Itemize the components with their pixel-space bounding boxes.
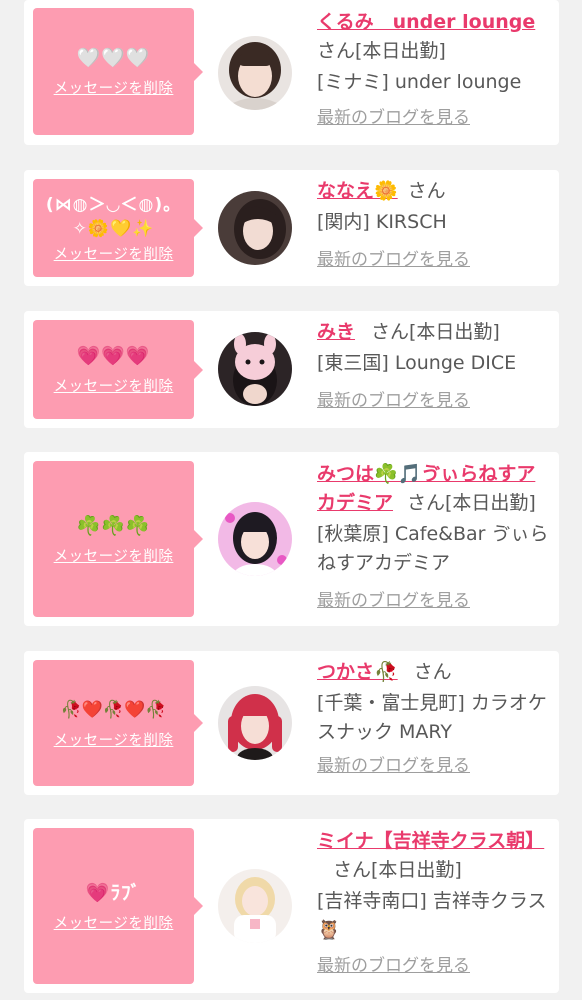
cast-status: さん bbox=[413, 661, 452, 683]
cast-name-link[interactable]: くるみ under lounge bbox=[317, 11, 535, 33]
latest-blog-link[interactable]: 最新のブログを見る bbox=[317, 387, 470, 416]
cast-status: さん[本日出勤] bbox=[407, 492, 536, 514]
delete-message-link[interactable]: メッセージを削除 bbox=[54, 77, 174, 98]
latest-blog-link[interactable]: 最新のブログを見る bbox=[317, 246, 470, 275]
profile-info: ななえ🌼 さん [関内] KIRSCH 最新のブログを見る bbox=[317, 177, 549, 275]
cast-status: さん[本日出勤] bbox=[371, 321, 500, 343]
cast-name-link[interactable]: みき bbox=[317, 321, 355, 343]
profile-info: みき さん[本日出勤] [東三国] Lounge DICE 最新のブログを見る bbox=[317, 318, 549, 416]
avatar[interactable] bbox=[218, 502, 292, 576]
message-card: (⋈◍＞◡＜◍)。✧🌼💛✨ メッセージを削除 ななえ🌼 さん [関内] KIRSC… bbox=[24, 170, 559, 286]
message-card: 💗ﾗﾌﾞ メッセージを削除 ミイナ【吉祥寺クラス朝】さん[本日出勤] [吉祥寺南… bbox=[24, 819, 559, 993]
avatar[interactable] bbox=[218, 36, 292, 110]
avatar[interactable] bbox=[218, 686, 292, 760]
message-bubble: 🥀❤️🥀❤️🥀 メッセージを削除 bbox=[33, 660, 203, 786]
cast-status: さん[本日出勤] bbox=[333, 859, 462, 881]
message-text: 🥀❤️🥀❤️🥀 bbox=[60, 699, 167, 720]
message-text: 🤍🤍🤍 bbox=[76, 47, 151, 69]
shop-name: [千葉・富士見町] カラオケスナック MARY bbox=[317, 692, 547, 743]
profile-info: ミイナ【吉祥寺クラス朝】さん[本日出勤] [吉祥寺南口] 吉祥寺クラス🦉 最新の… bbox=[317, 827, 549, 981]
cast-status: さん[本日出勤] bbox=[317, 40, 446, 62]
avatar[interactable] bbox=[218, 191, 292, 265]
delete-message-link[interactable]: メッセージを削除 bbox=[54, 545, 174, 566]
message-card: 🤍🤍🤍 メッセージを削除 くるみ under lounge さん[本日出勤] [… bbox=[24, 0, 559, 145]
shop-name: [関内] KIRSCH bbox=[317, 211, 447, 233]
girl-portrait-icon bbox=[218, 332, 292, 406]
avatar[interactable] bbox=[218, 869, 292, 943]
delete-message-link[interactable]: メッセージを削除 bbox=[54, 912, 174, 933]
latest-blog-link[interactable]: 最新のブログを見る bbox=[317, 752, 470, 781]
delete-message-link[interactable]: メッセージを削除 bbox=[54, 729, 174, 750]
message-bubble: 🤍🤍🤍 メッセージを削除 bbox=[33, 8, 203, 135]
girl-portrait-icon bbox=[218, 36, 292, 110]
profile-info: くるみ under lounge さん[本日出勤] [ミナミ] under lo… bbox=[317, 8, 549, 133]
shop-name: [秋葉原] Cafe&Bar ゔぃらねすアカデミア bbox=[317, 523, 549, 574]
delete-message-link[interactable]: メッセージを削除 bbox=[54, 243, 174, 264]
message-text: ☘️☘️☘️ bbox=[76, 514, 151, 537]
profile-info: みつは☘️🎵ゔぃらねすアカデミア さん[本日出勤] [秋葉原] Cafe&Bar … bbox=[317, 460, 549, 616]
message-text: (⋈◍＞◡＜◍)。✧🌼💛✨ bbox=[45, 194, 182, 239]
delete-message-link[interactable]: メッセージを削除 bbox=[54, 375, 174, 396]
message-bubble: 💗ﾗﾌﾞ メッセージを削除 bbox=[33, 828, 203, 984]
message-card: ☘️☘️☘️ メッセージを削除 みつは☘️🎵ゔぃらねすアカデミア さん[本日出勤]… bbox=[24, 452, 559, 626]
girl-portrait-icon bbox=[218, 869, 292, 943]
cast-status: さん bbox=[407, 180, 446, 202]
latest-blog-link[interactable]: 最新のブログを見る bbox=[317, 104, 470, 133]
latest-blog-link[interactable]: 最新のブログを見る bbox=[317, 587, 470, 616]
message-card: 🥀❤️🥀❤️🥀 メッセージを削除 つかさ🥀 さん [千葉・富士見町] カラオケスナ… bbox=[24, 651, 559, 795]
message-bubble: ☘️☘️☘️ メッセージを削除 bbox=[33, 461, 203, 617]
message-bubble: 💗💗💗 メッセージを削除 bbox=[33, 320, 203, 419]
girl-portrait-icon bbox=[218, 191, 292, 265]
message-bubble: (⋈◍＞◡＜◍)。✧🌼💛✨ メッセージを削除 bbox=[33, 179, 203, 277]
message-text: 💗💗💗 bbox=[76, 345, 151, 367]
cast-name-link[interactable]: つかさ🥀 bbox=[317, 661, 398, 683]
message-text: 💗ﾗﾌﾞ bbox=[85, 881, 142, 904]
profile-info: つかさ🥀 さん [千葉・富士見町] カラオケスナック MARY 最新のブログを見る bbox=[317, 658, 549, 781]
shop-name: [ミナミ] under lounge bbox=[317, 71, 522, 93]
avatar[interactable] bbox=[218, 332, 292, 406]
shop-name: [東三国] Lounge DICE bbox=[317, 352, 517, 374]
latest-blog-link[interactable]: 最新のブログを見る bbox=[317, 952, 470, 981]
girl-portrait-icon bbox=[218, 502, 292, 576]
cast-name-link[interactable]: ななえ🌼 bbox=[317, 180, 398, 202]
cast-name-link[interactable]: ミイナ【吉祥寺クラス朝】 bbox=[317, 830, 544, 852]
girl-portrait-icon bbox=[218, 686, 292, 760]
shop-name: [吉祥寺南口] 吉祥寺クラス🦉 bbox=[317, 890, 547, 941]
message-card: 💗💗💗 メッセージを削除 みき さん[本日出勤] [東三国] Lounge DIC… bbox=[24, 311, 559, 428]
